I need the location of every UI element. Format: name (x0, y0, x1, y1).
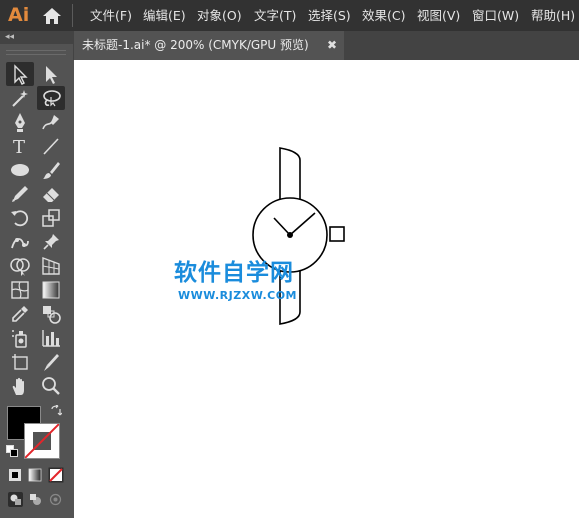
menu-file[interactable]: 文件(F) (90, 7, 132, 25)
watch-artwork[interactable] (74, 60, 579, 518)
draw-normal-icon[interactable] (8, 492, 23, 507)
selection-tool-icon[interactable] (6, 62, 34, 86)
document-tab[interactable]: 未标题-1.ai* @ 200% (CMYK/GPU 预览) ✖ (74, 31, 344, 60)
hand-tool-icon[interactable] (6, 374, 34, 398)
ellipse-tool-icon[interactable] (6, 158, 34, 182)
svg-text:T: T (13, 137, 25, 157)
menu-effect[interactable]: 效果(C) (362, 7, 405, 25)
watermark-url: WWW.RJZXW.COM (178, 289, 297, 302)
swap-fill-stroke-icon[interactable] (50, 405, 62, 417)
none-mode-icon[interactable] (48, 467, 64, 483)
watermark-title: 软件自学网 (174, 260, 294, 286)
paintbrush-tool-icon[interactable] (37, 158, 65, 182)
watch-crown (329, 226, 345, 242)
default-fill-stroke-icon[interactable] (6, 445, 18, 457)
eyedropper-tool-icon[interactable] (6, 302, 34, 326)
pin-tool-icon[interactable] (37, 230, 65, 254)
watch-center-pin (287, 232, 293, 238)
scale-tool-icon[interactable] (37, 206, 65, 230)
symbol-sprayer-tool-icon[interactable] (6, 326, 34, 350)
color-mode-icon[interactable] (8, 468, 22, 482)
none-slash-icon (25, 424, 59, 458)
menu-type[interactable]: 文字(T) (254, 7, 296, 25)
menu-select[interactable]: 选择(S) (308, 7, 351, 25)
close-icon[interactable]: ✖ (327, 37, 337, 53)
menu-separator (72, 4, 73, 27)
artboard-canvas[interactable]: 软件自学网 WWW.RJZXW.COM (74, 60, 579, 518)
zoom-tool-icon[interactable] (37, 374, 65, 398)
rotate-tool-icon[interactable] (6, 206, 34, 230)
lasso-tool-icon[interactable] (37, 86, 65, 110)
menu-window[interactable]: 窗口(W) (472, 7, 519, 25)
stroke-color-swatch[interactable] (24, 423, 60, 459)
collapse-panel-icon[interactable]: ◂◂ (5, 31, 14, 43)
menu-object[interactable]: 对象(O) (197, 7, 242, 25)
draw-inside-icon[interactable] (48, 492, 63, 507)
perspective-grid-tool-icon[interactable] (37, 254, 65, 278)
pen-tool-icon[interactable] (6, 110, 34, 134)
document-tab-strip: ◂◂ 未标题-1.ai* @ 200% (CMYK/GPU 预览) ✖ (0, 31, 579, 60)
line-segment-tool-icon[interactable] (37, 134, 65, 158)
draw-behind-icon[interactable] (28, 492, 43, 507)
gradient-mode-icon[interactable] (28, 468, 42, 482)
slice-tool-icon[interactable] (37, 350, 65, 374)
puppet-warp-tool-icon[interactable] (6, 230, 34, 254)
curvature-tool-icon[interactable] (37, 110, 65, 134)
pencil-tool-icon[interactable] (6, 182, 34, 206)
direct-selection-tool-icon[interactable] (37, 62, 65, 86)
gradient-tool-icon[interactable] (37, 278, 65, 302)
shape-builder-tool-icon[interactable] (6, 254, 34, 278)
document-tab-title: 未标题-1.ai* @ 200% (CMYK/GPU 预览) (82, 38, 309, 52)
menu-bar: Ai 文件(F) 编辑(E) 对象(O) 文字(T) 选择(S) 效果(C) 视… (0, 0, 579, 31)
magic-wand-tool-icon[interactable] (6, 86, 34, 110)
eraser-tool-icon[interactable] (37, 182, 65, 206)
home-icon[interactable] (42, 6, 62, 25)
app-logo: Ai (8, 4, 30, 26)
menu-edit[interactable]: 编辑(E) (143, 7, 186, 25)
blend-tool-icon[interactable] (37, 302, 65, 326)
column-graph-tool-icon[interactable] (37, 326, 65, 350)
artboard-tool-icon[interactable] (6, 350, 34, 374)
panel-grip[interactable] (6, 50, 66, 55)
mesh-tool-icon[interactable] (6, 278, 34, 302)
menu-help[interactable]: 帮助(H) (531, 7, 575, 25)
type-tool-icon[interactable]: T (6, 134, 34, 158)
menu-view[interactable]: 视图(V) (417, 7, 460, 25)
